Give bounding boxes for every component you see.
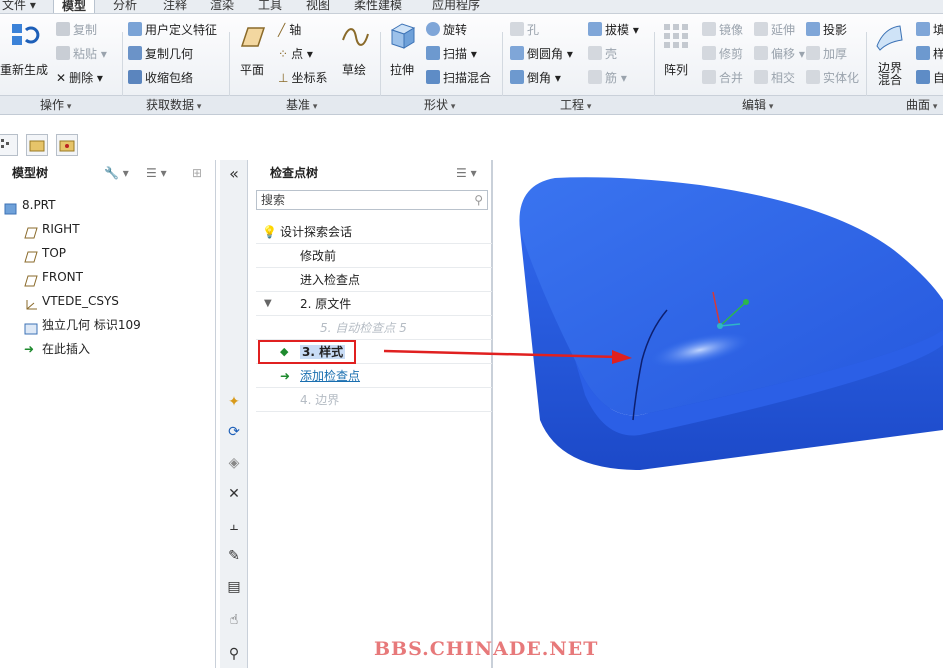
watermark: BBS.CHINADE.NET [374,638,599,660]
annotation-arrow [383,349,632,364]
